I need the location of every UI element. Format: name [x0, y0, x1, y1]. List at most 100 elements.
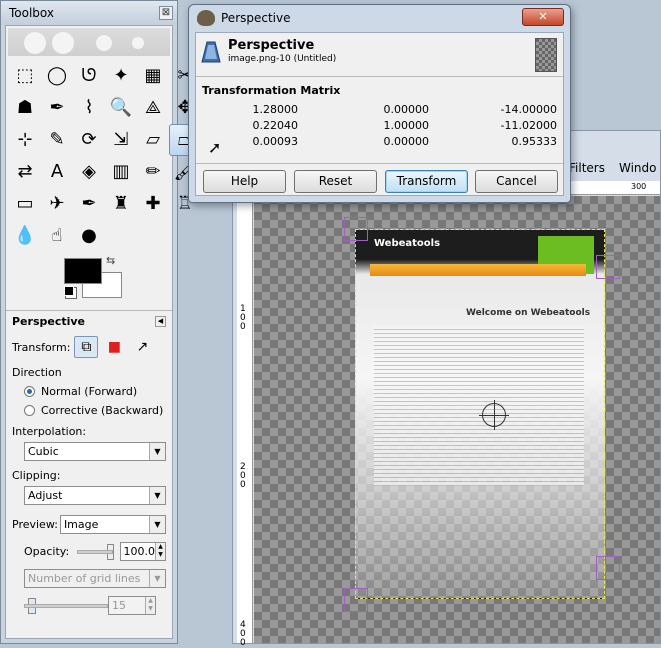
spin-arrows-icon[interactable]: ▲ ▼: [145, 597, 155, 614]
direction-label: Direction: [12, 366, 62, 379]
options-menu-icon[interactable]: ◀: [155, 316, 166, 327]
preview-select[interactable]: Image ▼: [59, 515, 166, 534]
measure-icon[interactable]: ⟁: [137, 92, 169, 124]
interpolation-label: Interpolation:: [12, 425, 87, 438]
rect-select-icon[interactable]: ⬚: [9, 60, 41, 92]
select-by-color-icon[interactable]: ▦: [137, 60, 169, 92]
matrix-cell: 0.00000: [383, 134, 430, 148]
transform-button[interactable]: Transform: [385, 170, 468, 193]
transform-handle-bottom-right[interactable]: [596, 556, 620, 580]
vertical-ruler[interactable]: 1 0 0 2 0 0 4 0 0: [237, 195, 253, 648]
flip-icon[interactable]: ⇄: [9, 156, 41, 188]
radio-dot[interactable]: [24, 405, 35, 416]
ellipse-select-icon[interactable]: ◯: [41, 60, 73, 92]
perspective-icon: [201, 41, 221, 63]
toolbox-window: Toolbox ⊠ ⬚ ◯ ᘎ ✦ ▦ ✂ ☗ ✒ ⌇ 🔍 ⟁ ✥ ⊹ ✎ ⟳ ⇲ ▱ ⏢ ⇄ A ◈ ▥ ✏ 🖌 ▭ ✈ ✒ ♜ ✚ ♖…: [0, 0, 201, 644]
transformation-matrix: 1.28000 0.00000 -14.00000 0.22040 1.0000…: [236, 101, 558, 149]
direction-corrective-radio[interactable]: Corrective (Backward): [24, 404, 166, 417]
matrix-row: 1.28000 0.00000 -14.00000: [236, 101, 558, 117]
fuzzy-select-icon[interactable]: ✦: [105, 60, 137, 92]
scale-icon[interactable]: ⇲: [105, 124, 137, 156]
close-icon[interactable]: ⊠: [159, 6, 173, 20]
help-button[interactable]: Help: [203, 170, 286, 193]
chevron-down-icon[interactable]: ▼: [149, 443, 165, 460]
paths-icon[interactable]: ✒: [41, 92, 73, 124]
interpolation-value: Cubic: [28, 445, 59, 458]
matrix-cell: -11.02000: [500, 118, 557, 132]
chevron-down-icon[interactable]: ▼: [149, 570, 165, 587]
blur-icon[interactable]: 💧: [9, 220, 41, 252]
toolbox-titlebar[interactable]: Toolbox ⊠: [1, 1, 177, 25]
rotate-icon[interactable]: ⟳: [73, 124, 105, 156]
clipping-value: Adjust: [28, 489, 63, 502]
heal-icon[interactable]: ✚: [137, 188, 169, 220]
opacity-label: Opacity:: [24, 545, 70, 558]
reset-button[interactable]: Reset: [294, 170, 377, 193]
transform-center-crosshair-icon[interactable]: [479, 400, 509, 430]
shear-icon[interactable]: ▱: [137, 124, 169, 156]
mouse-cursor-icon: ➚: [208, 138, 222, 157]
text-icon[interactable]: A: [41, 156, 73, 188]
free-select-icon[interactable]: ᘎ: [73, 60, 105, 92]
chevron-down-icon[interactable]: ▼: [149, 487, 165, 504]
eraser-icon[interactable]: ▭: [9, 188, 41, 220]
dialog-header: Perspective image.png-10 (Untitled): [196, 33, 563, 77]
foreground-color-swatch[interactable]: [64, 258, 102, 284]
clipping-select[interactable]: Adjust ▼: [24, 486, 166, 505]
wilber-eye-icon: [132, 37, 144, 49]
opacity-value: 100.0: [123, 545, 156, 558]
pencil-icon[interactable]: ✏: [137, 156, 169, 188]
dialog-title: Perspective: [221, 11, 291, 25]
tool-options-title: Perspective: [12, 315, 86, 328]
foreground-select-icon[interactable]: ☗: [9, 92, 41, 124]
opacity-input[interactable]: 100.0 ▲ ▼: [119, 542, 166, 561]
matrix-cell: 0.95333: [511, 134, 558, 148]
ink-icon[interactable]: ✒: [73, 188, 105, 220]
dialog-body: Perspective image.png-10 (Untitled) Tran…: [195, 32, 564, 196]
smudge-icon[interactable]: ☝: [41, 220, 73, 252]
spin-arrows-icon[interactable]: ▲ ▼: [155, 543, 165, 560]
transform-path-icon[interactable]: ↗: [130, 336, 154, 358]
perspective-dialog: Perspective ✕ Perspective image.png-10 (…: [188, 4, 571, 203]
color-picker-icon[interactable]: ⌇: [73, 92, 105, 124]
transform-selection-icon[interactable]: ■: [102, 336, 126, 358]
align-icon[interactable]: ⊹: [9, 124, 41, 156]
grid-type-value: Number of grid lines: [28, 572, 141, 585]
site-logo: Webeatools: [374, 238, 441, 249]
dodge-burn-icon[interactable]: ●: [73, 220, 105, 252]
chevron-down-icon[interactable]: ▼: [149, 516, 165, 533]
transform-handle-top-left[interactable]: [344, 217, 368, 241]
clone-icon[interactable]: ♜: [105, 188, 137, 220]
tool-options: Perspective ◀ Transform: ⧉ ■ ↗ Direction…: [6, 310, 172, 619]
matrix-cell: 0.22040: [252, 118, 299, 132]
interpolation-select[interactable]: Cubic ▼: [24, 442, 166, 461]
bucket-fill-icon[interactable]: ◈: [73, 156, 105, 188]
direction-normal-radio[interactable]: Normal (Forward): [24, 385, 166, 398]
close-button[interactable]: ✕: [522, 8, 564, 26]
grid-count-input[interactable]: 15 ▲ ▼: [108, 596, 156, 615]
opacity-slider[interactable]: [77, 549, 113, 554]
transform-layer-icon[interactable]: ⧉: [74, 336, 99, 358]
dialog-button-row: Help Reset Transform Cancel: [196, 163, 563, 193]
image-thumbnail: [535, 38, 557, 72]
wilber-eye-icon: [96, 35, 112, 51]
menu-windows[interactable]: Windo: [619, 161, 657, 175]
transformed-layer-preview: Webeatools Welcome on Webeatools: [355, 229, 605, 599]
radio-dot[interactable]: [24, 386, 35, 397]
cancel-button[interactable]: Cancel: [475, 170, 558, 193]
wilber-banner: [8, 28, 170, 56]
transform-handle-bottom-left[interactable]: [344, 588, 368, 612]
default-colors-icon[interactable]: [64, 286, 74, 296]
menu-filters[interactable]: Filters: [569, 161, 605, 175]
transform-handle-top-right[interactable]: [596, 255, 620, 279]
dialog-titlebar[interactable]: Perspective: [189, 5, 570, 31]
grid-type-select[interactable]: Number of grid lines ▼: [24, 569, 166, 588]
airbrush-icon[interactable]: ✈: [41, 188, 73, 220]
matrix-cell: 0.00093: [252, 134, 299, 148]
grid-count-slider[interactable]: [24, 603, 108, 608]
matrix-row: 0.00093 0.00000 0.95333: [236, 133, 558, 149]
zoom-icon[interactable]: 🔍: [105, 92, 137, 124]
crop-icon[interactable]: ✎: [41, 124, 73, 156]
blend-icon[interactable]: ▥: [105, 156, 137, 188]
swap-colors-icon[interactable]: ⇆: [106, 254, 115, 267]
